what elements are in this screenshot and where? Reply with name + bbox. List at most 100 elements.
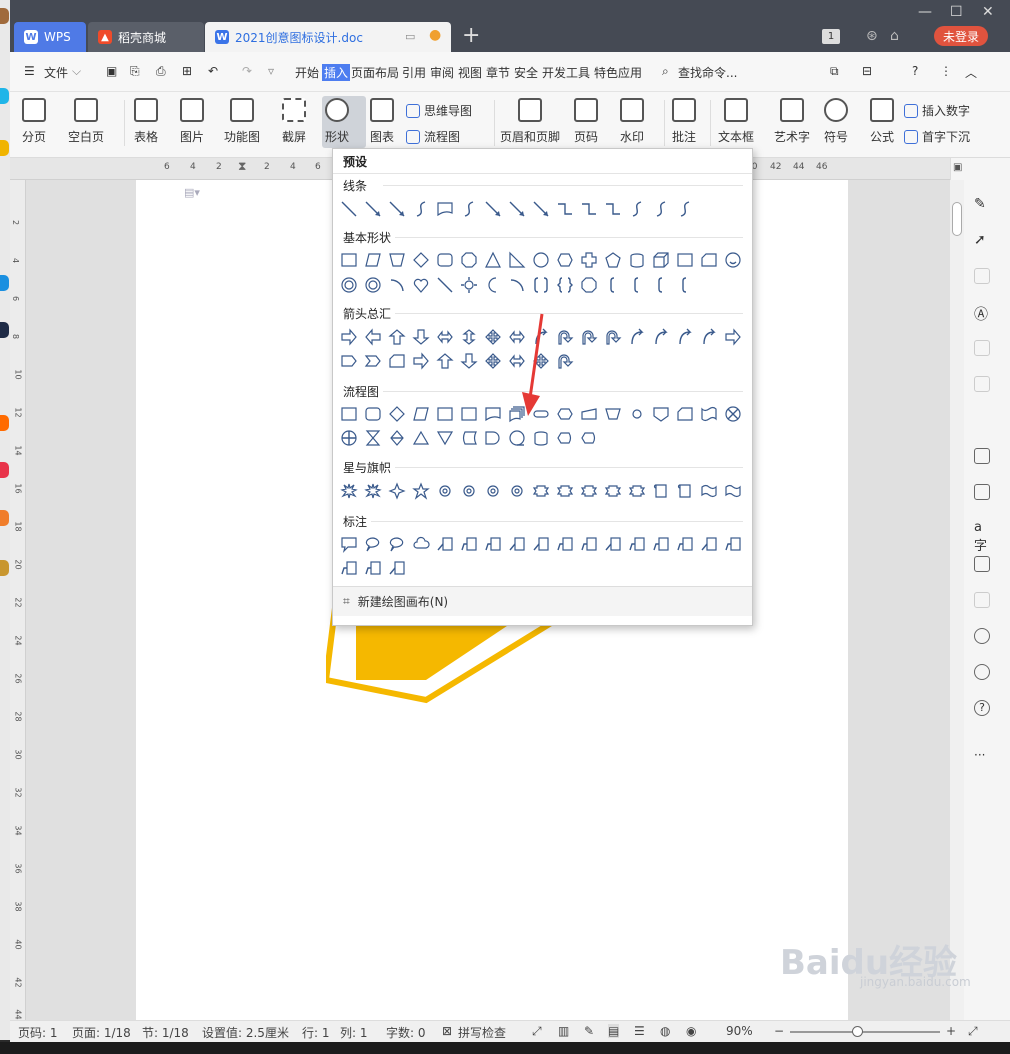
auturn-shape-icon[interactable]	[605, 329, 622, 345]
ar-shape-icon[interactable]	[725, 328, 741, 346]
linecall-shape-icon[interactable]	[533, 536, 549, 552]
brace-shape-icon[interactable]	[557, 277, 573, 293]
box-icon[interactable]	[974, 556, 990, 572]
status-words[interactable]: 字数: 0	[386, 1024, 426, 1041]
desktop-app-icon[interactable]	[0, 510, 9, 526]
export-icon[interactable]: ⎘	[130, 64, 140, 79]
arrowline-shape-icon[interactable]	[485, 201, 501, 217]
more-icon[interactable]: ···	[974, 748, 990, 764]
linecall2-shape-icon[interactable]	[485, 536, 501, 552]
doc-shape-icon[interactable]	[485, 406, 501, 422]
card-shape-icon[interactable]	[389, 353, 405, 369]
arc-shape-icon[interactable]	[389, 277, 405, 293]
skin-icon[interactable]: ⊛	[866, 28, 878, 44]
scroll-shape-icon[interactable]	[677, 483, 693, 499]
desktop-app-icon[interactable]	[0, 462, 9, 478]
linecall2-shape-icon[interactable]	[725, 536, 741, 552]
menu-review[interactable]: 审阅	[430, 64, 454, 81]
indent-marker-icon[interactable]: ⧗	[238, 159, 246, 174]
offpage-shape-icon[interactable]	[653, 406, 669, 422]
hex-shape-icon[interactable]	[557, 252, 573, 268]
zoom-slider-thumb[interactable]	[852, 1026, 863, 1037]
ribbon-shape-icon[interactable]	[556, 483, 574, 499]
desktop-app-icon[interactable]	[0, 140, 9, 156]
manual-shape-icon[interactable]	[581, 406, 597, 422]
acurve-shape-icon[interactable]	[701, 328, 717, 345]
linecall-shape-icon[interactable]	[437, 536, 453, 552]
ribbon-shape-icon[interactable]	[580, 483, 598, 499]
delay-shape-icon[interactable]	[485, 430, 501, 446]
menu-security[interactable]: 安全	[514, 64, 538, 81]
merge-shape-icon[interactable]	[436, 430, 454, 446]
watermark-button[interactable]: 水印	[620, 98, 644, 145]
paragraph-icon[interactable]: ▤▾	[184, 186, 200, 199]
linecall2-shape-icon[interactable]	[365, 560, 381, 576]
tab-document[interactable]: W 2021创意图标设计.doc ▭ ●	[205, 22, 451, 52]
export-icon[interactable]	[974, 484, 990, 500]
pentArrow-shape-icon[interactable]	[341, 353, 357, 369]
cloud-shape-icon[interactable]	[413, 536, 430, 552]
gear-shape-icon[interactable]	[437, 483, 453, 499]
mindmap-button[interactable]: 思维导图	[406, 102, 472, 119]
zoom-out-button[interactable]: −	[774, 1024, 784, 1038]
wave-shape-icon[interactable]	[725, 483, 741, 499]
cursor-icon[interactable]: ➚	[974, 232, 990, 248]
star4-shape-icon[interactable]	[388, 482, 406, 500]
new-tab-button[interactable]: +	[462, 24, 480, 48]
curve-shape-icon[interactable]	[677, 201, 693, 217]
read-mode-icon[interactable]: ▥	[558, 1024, 569, 1038]
menu-references[interactable]: 引用	[402, 64, 426, 81]
roundcall-shape-icon[interactable]	[389, 536, 405, 552]
lb-shape-icon[interactable]	[629, 277, 645, 293]
screenshot-button[interactable]: 截屏	[282, 98, 306, 145]
status-section[interactable]: 节: 1/18	[142, 1024, 189, 1041]
sumj-shape-icon[interactable]	[725, 406, 741, 422]
alr-shape-icon[interactable]	[437, 329, 453, 345]
redo-icon[interactable]: ↷	[242, 64, 252, 78]
au-shape-icon[interactable]	[388, 329, 406, 345]
card-shape-icon[interactable]	[677, 406, 693, 422]
desktop-app-icon[interactable]	[0, 415, 9, 431]
ad-shape-icon[interactable]	[460, 353, 478, 369]
burst-shape-icon[interactable]	[340, 483, 358, 499]
curve-shape-icon[interactable]	[653, 201, 669, 217]
gear-shape-icon[interactable]	[509, 483, 525, 499]
rect-shape-icon[interactable]	[341, 406, 357, 422]
al-shape-icon[interactable]	[365, 328, 381, 346]
picture-button[interactable]: 图片	[180, 98, 204, 145]
curve-shape-icon[interactable]	[629, 201, 645, 217]
disk-shape-icon[interactable]	[533, 430, 549, 446]
zoom-level[interactable]: 90%	[726, 1024, 753, 1038]
linecall-shape-icon[interactable]	[605, 536, 621, 552]
blank-page-button[interactable]: 空白页	[68, 98, 104, 145]
undo-icon[interactable]: ↶	[208, 64, 218, 78]
desktop-app-icon[interactable]	[0, 560, 9, 576]
can-shape-icon[interactable]	[629, 252, 645, 268]
linecall2-shape-icon[interactable]	[677, 536, 693, 552]
panel-toggle-icon[interactable]: ▣	[953, 162, 962, 173]
linecall2-shape-icon[interactable]	[341, 560, 357, 576]
gear-shape-icon[interactable]	[485, 483, 501, 499]
elbow-shape-icon[interactable]	[581, 201, 597, 217]
acurve-shape-icon[interactable]	[629, 328, 645, 345]
header-footer-button[interactable]: 页眉和页脚	[500, 98, 560, 145]
rrect-shape-icon[interactable]	[365, 406, 381, 422]
translate-icon[interactable]: a字	[974, 520, 990, 554]
circle-shape-icon[interactable]	[533, 252, 549, 268]
web-view-icon[interactable]: ◍	[660, 1024, 670, 1038]
scroll-shape-icon[interactable]	[653, 483, 669, 499]
copy-icon[interactable]	[974, 268, 990, 284]
share-icon[interactable]: ⧉	[830, 64, 839, 79]
lb-shape-icon[interactable]	[605, 277, 621, 293]
collapse-ribbon-icon[interactable]: ︿	[965, 64, 977, 81]
donut-shape-icon[interactable]	[341, 277, 357, 293]
function-chart-button[interactable]: 功能图	[224, 98, 260, 145]
page-break-button[interactable]: 分页	[22, 98, 46, 145]
ribbon-shape-icon[interactable]	[628, 483, 646, 499]
shirt-icon[interactable]: ⌂	[890, 28, 899, 44]
acurve-shape-icon[interactable]	[653, 328, 669, 345]
chevron-down-icon[interactable]: ⌵	[72, 64, 81, 79]
cube-shape-icon[interactable]	[653, 252, 669, 268]
ar-shape-icon[interactable]	[413, 352, 429, 370]
para-shape-icon[interactable]	[365, 252, 381, 268]
